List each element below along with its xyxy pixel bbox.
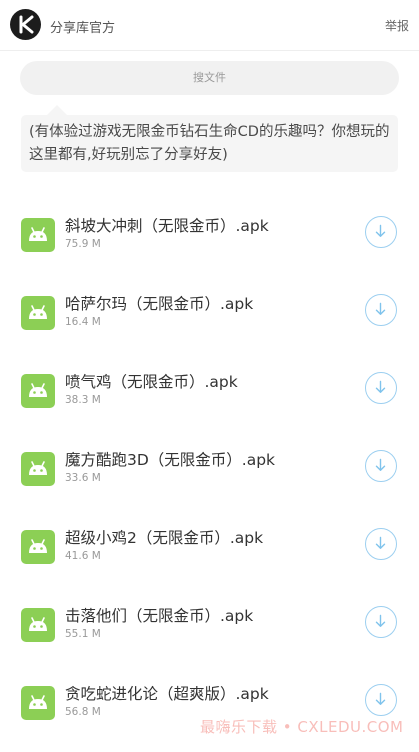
file-name[interactable]: 斜坡大冲刺（无限金币）.apk: [65, 214, 269, 236]
download-icon: [375, 692, 386, 705]
download-button[interactable]: [365, 294, 397, 326]
android-icon: [21, 452, 55, 486]
download-icon: [375, 458, 386, 471]
file-name[interactable]: 超级小鸡2（无限金币）.apk: [65, 526, 263, 548]
share-description: (有体验过游戏无限金币钻石生命CD的乐趣吗？你想玩的这里都有,好玩别忘了分享好友…: [21, 105, 398, 172]
file-name[interactable]: 魔方酷跑3D（无限金币）.apk: [65, 448, 275, 470]
file-name[interactable]: 贪吃蛇进化论（超爽版）.apk: [65, 682, 269, 704]
android-icon: [21, 530, 55, 564]
download-icon: [375, 302, 386, 315]
file-size: 56.8 M: [65, 706, 101, 718]
download-button[interactable]: [365, 372, 397, 404]
download-icon: [375, 536, 386, 549]
download-button[interactable]: [365, 216, 397, 248]
description-text: (有体验过游戏无限金币钻石生命CD的乐趣吗？你想玩的这里都有,好玩别忘了分享好友…: [29, 124, 390, 163]
brand-name: 分享库官方: [50, 21, 116, 36]
top-bar: 分享库官方 举报: [0, 0, 419, 51]
file-name[interactable]: 喷气鸡（无限金币）.apk: [65, 370, 238, 392]
android-icon: [21, 374, 55, 408]
k-logo-icon: [10, 9, 41, 40]
file-size: 55.1 M: [65, 628, 101, 640]
download-icon: [375, 224, 386, 237]
download-button[interactable]: [365, 450, 397, 482]
download-icon: [375, 614, 386, 627]
download-icon: [375, 380, 386, 393]
download-button[interactable]: [365, 606, 397, 638]
file-size: 75.9 M: [65, 238, 101, 250]
file-list-item[interactable]: 击落他们（无限金币）.apk 55.1 M: [0, 604, 419, 674]
search-files-button[interactable]: 搜文件: [20, 61, 399, 95]
file-size: 33.6 M: [65, 472, 101, 484]
file-size: 41.6 M: [65, 550, 101, 562]
download-button[interactable]: [365, 684, 397, 716]
download-button[interactable]: [365, 528, 397, 560]
android-icon: [21, 296, 55, 330]
file-list-item[interactable]: 哈萨尔玛（无限金币）.apk 16.4 M: [0, 292, 419, 362]
file-list-item[interactable]: 魔方酷跑3D（无限金币）.apk 33.6 M: [0, 448, 419, 518]
file-name[interactable]: 击落他们（无限金币）.apk: [65, 604, 253, 626]
file-list-item[interactable]: 喷气鸡（无限金币）.apk 38.3 M: [0, 370, 419, 440]
android-icon: [21, 218, 55, 252]
file-list-item[interactable]: 超级小鸡2（无限金币）.apk 41.6 M: [0, 526, 419, 596]
file-list-item[interactable]: 斜坡大冲刺（无限金币）.apk 75.9 M: [0, 214, 419, 284]
report-link[interactable]: 举报: [385, 17, 409, 34]
android-icon: [21, 608, 55, 642]
file-name[interactable]: 哈萨尔玛（无限金币）.apk: [65, 292, 253, 314]
watermark: 最嗨乐下载 • CXLEDU.COM: [200, 718, 404, 736]
android-icon: [21, 686, 55, 720]
file-size: 38.3 M: [65, 394, 101, 406]
file-size: 16.4 M: [65, 316, 101, 328]
